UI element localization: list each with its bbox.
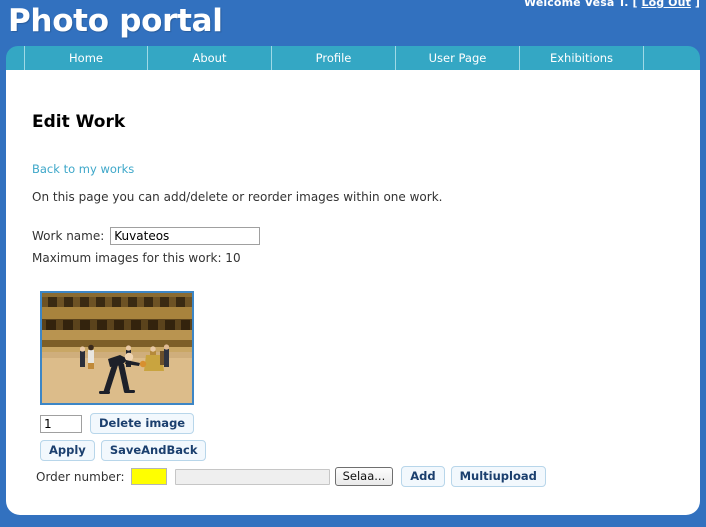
file-path-textbox[interactable] (174, 468, 330, 485)
page-title: Edit Work (32, 112, 126, 132)
bullring-photo-illustration (42, 293, 192, 403)
file-browse-button[interactable]: Selaa... (334, 467, 394, 486)
upload-row: Order number: Selaa... Add Multiupload (36, 466, 552, 487)
nav-tab-exhibitions[interactable]: Exhibitions (520, 46, 644, 70)
nav-tab-user-page[interactable]: User Page (396, 46, 520, 70)
work-image-photo (42, 293, 192, 403)
nav-tab-profile-label: Profile (315, 51, 352, 65)
nav-tab-home-label: Home (69, 51, 103, 65)
save-and-back-button[interactable]: SaveAndBack (100, 440, 207, 461)
work-image-thumbnail[interactable] (40, 291, 194, 405)
nav-tab-about-label: About (192, 51, 227, 65)
welcome-bar: Welcome Vesa T. [ Log Out ] (524, 0, 700, 9)
back-to-my-works-link[interactable]: Back to my works (32, 162, 134, 176)
welcome-prefix: Welcome (524, 0, 585, 9)
nav-tab-user-page-label: User Page (428, 51, 487, 65)
add-button[interactable]: Add (401, 466, 445, 487)
bracket-close: ] (690, 0, 700, 9)
work-name-input[interactable] (110, 227, 261, 245)
nav-tab-home[interactable]: Home (24, 46, 148, 70)
work-name-label: Work name: (32, 229, 105, 243)
delete-image-button[interactable]: Delete image (90, 413, 195, 434)
content-panel: Edit Work Back to my works On this page … (6, 70, 700, 515)
apply-button[interactable]: Apply (40, 440, 95, 461)
multiupload-button[interactable]: Multiupload (450, 466, 546, 487)
image-controls-row: Delete image (40, 413, 195, 434)
order-number-label: Order number: (36, 469, 125, 484)
site-title: Photo portal (8, 3, 223, 39)
nav-tab-exhibitions-label: Exhibitions (549, 51, 614, 65)
intro-description: On this page you can add/delete or reord… (32, 190, 443, 204)
nav-filler (644, 46, 700, 70)
logout-link[interactable]: Log Out (642, 0, 691, 9)
image-order-input[interactable] (40, 414, 82, 433)
order-number-input[interactable] (130, 468, 167, 485)
work-name-row: Work name: (32, 227, 261, 245)
form-actions-row: Apply SaveAndBack (40, 440, 207, 461)
bracket-open: [ (628, 0, 642, 9)
welcome-username: Vesa T. (584, 0, 629, 9)
nav-tab-about[interactable]: About (148, 46, 272, 70)
main-navigation: Home About Profile User Page Exhibitions (6, 46, 700, 70)
nav-tab-profile[interactable]: Profile (272, 46, 396, 70)
file-upload-field[interactable]: Selaa... (174, 467, 394, 486)
site-header: Welcome Vesa T. [ Log Out ] Photo portal (0, 0, 706, 46)
max-images-text: Maximum images for this work: 10 (32, 251, 241, 265)
